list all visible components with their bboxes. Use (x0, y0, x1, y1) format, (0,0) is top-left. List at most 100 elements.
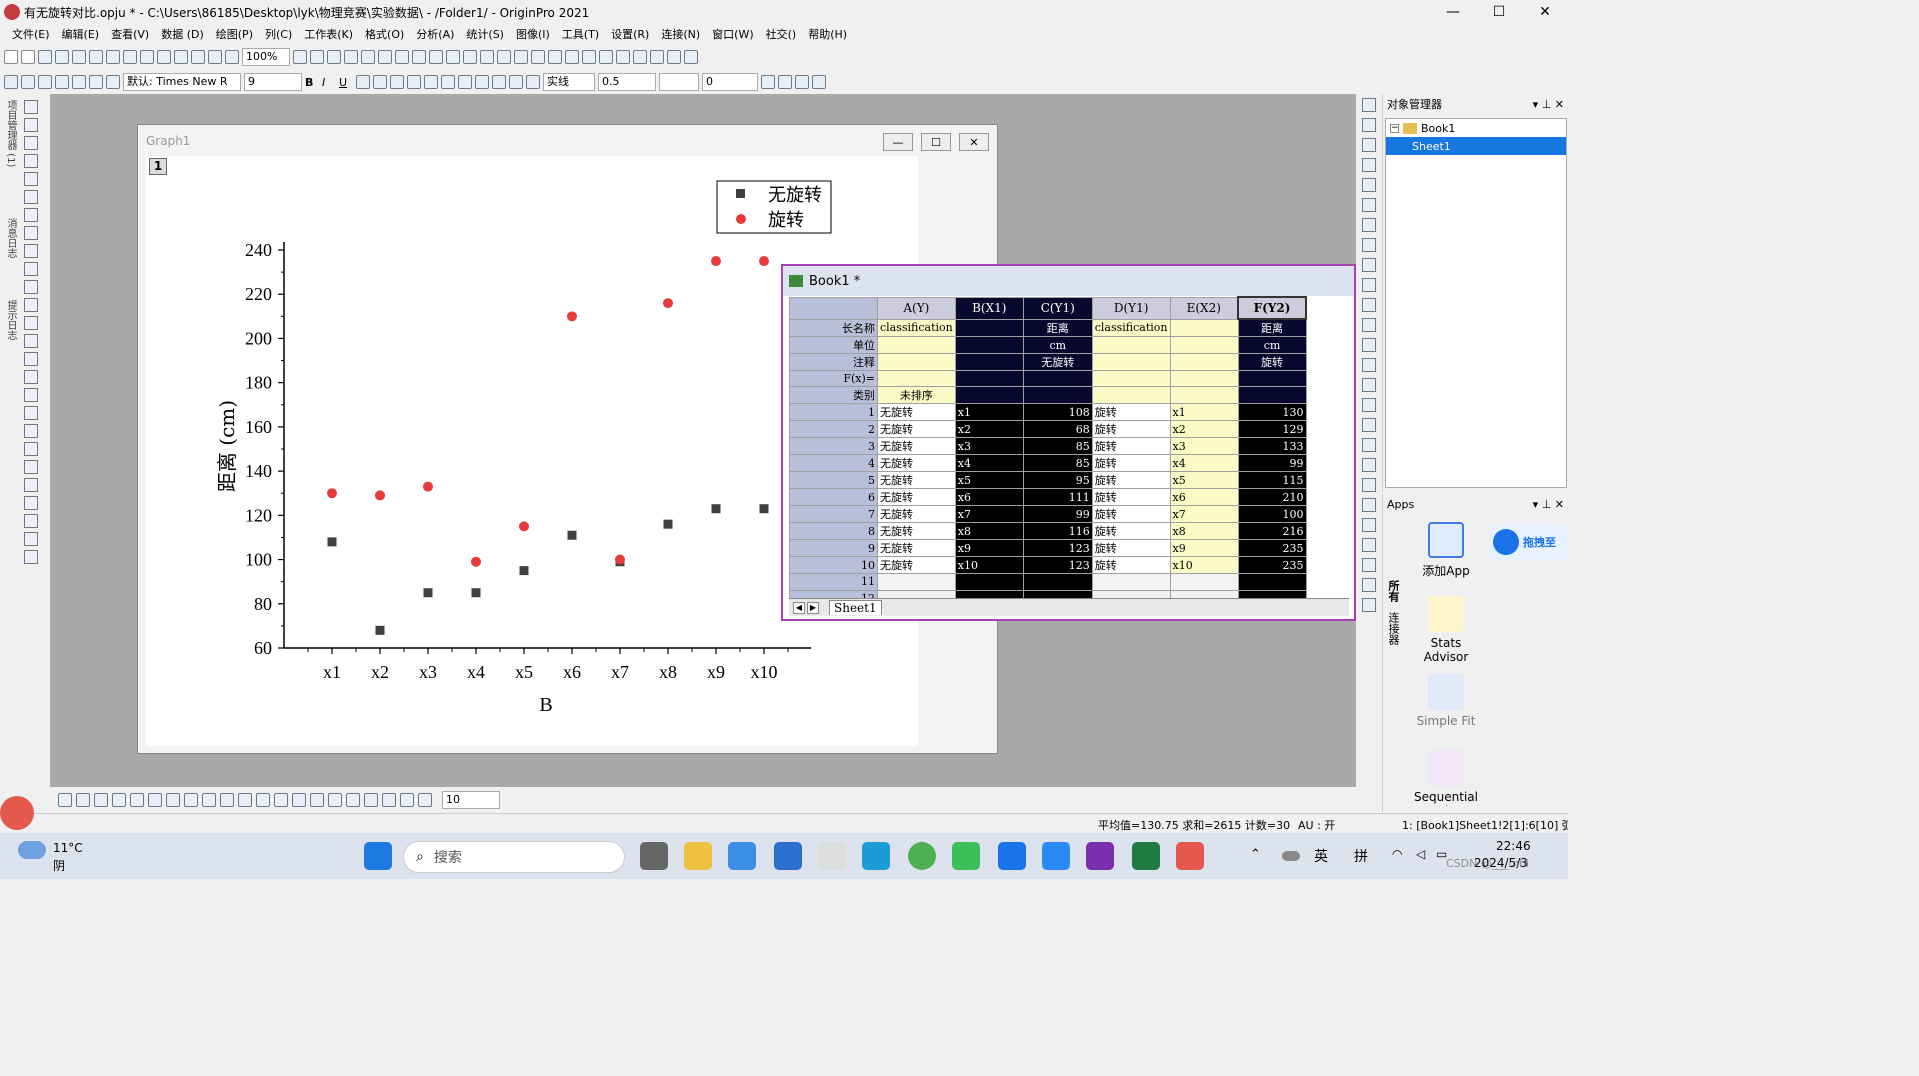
table-cell[interactable]: x7 (954, 505, 1024, 524)
clipboard-icon[interactable] (24, 424, 38, 438)
layout-icon[interactable] (1362, 98, 1376, 112)
merge-icon[interactable] (38, 75, 52, 89)
align-right-icon[interactable] (1362, 178, 1376, 192)
table-cell[interactable]: 旋转 (1091, 556, 1171, 575)
project-explorer-icon[interactable] (412, 50, 426, 64)
rescale-icon[interactable] (1362, 138, 1376, 152)
table-cell[interactable]: x5 (1169, 471, 1239, 490)
menu-statistics[interactable]: 统计(S) (466, 26, 504, 42)
zoom-out-icon[interactable] (24, 136, 38, 150)
tencent-meeting-icon[interactable] (998, 842, 1026, 870)
cut-icon[interactable] (72, 75, 86, 89)
prev-sheet-icon[interactable]: ◀ (793, 601, 805, 614)
insert-table-icon[interactable] (24, 388, 38, 402)
edge-icon[interactable] (862, 842, 890, 870)
lock-icon[interactable] (1362, 438, 1376, 452)
decrease-font-icon[interactable] (424, 75, 438, 89)
graph-settings-icon[interactable] (1362, 598, 1376, 612)
meta-cell[interactable]: 旋转 (1237, 353, 1307, 371)
meta-cell[interactable] (1091, 369, 1171, 388)
bottom-value-select[interactable]: 10 (442, 791, 500, 809)
panel-controls-icon[interactable]: ▾ ⊥ ✕ (1533, 98, 1564, 111)
menu-plot[interactable]: 绘图(P) (216, 26, 253, 42)
export-icon[interactable] (310, 50, 324, 64)
chrome-icon[interactable] (908, 842, 936, 870)
table-cell[interactable]: 115 (1237, 471, 1307, 490)
results-log-icon[interactable] (378, 50, 392, 64)
apps-tab-all[interactable]: 所有 (1385, 580, 1401, 602)
insert-graph-icon[interactable] (24, 370, 38, 384)
tab-hints-log[interactable]: 提示日志 (2, 300, 16, 340)
flip-icon[interactable] (1362, 558, 1376, 572)
tab-project-explorer[interactable]: 项目管理器 (1) (2, 100, 16, 167)
italic-button[interactable]: I (322, 76, 336, 89)
import-icon[interactable] (208, 50, 222, 64)
increase-font-icon[interactable] (407, 75, 421, 89)
table-cell[interactable] (1022, 573, 1093, 591)
crop-icon[interactable] (1362, 518, 1376, 532)
line-plot-icon[interactable] (58, 793, 72, 807)
font-select[interactable]: 默认: Times New R (123, 73, 241, 91)
table-cell[interactable]: 旋转 (1091, 454, 1171, 473)
meta-cell[interactable] (1169, 386, 1239, 405)
hand-icon[interactable] (24, 352, 38, 366)
table-cell[interactable] (1237, 573, 1307, 591)
column-header-b[interactable]: B(X1) (954, 296, 1024, 320)
export-graph-icon[interactable] (1362, 578, 1376, 592)
zoom-select[interactable]: 100% (242, 48, 290, 66)
table-cell[interactable]: 85 (1022, 437, 1093, 456)
column-header-c[interactable]: C(Y1) (1022, 296, 1093, 320)
menu-format[interactable]: 格式(O) (365, 26, 404, 42)
table-cell[interactable]: 111 (1022, 488, 1093, 507)
font-color-icon[interactable] (475, 75, 489, 89)
annotation-icon[interactable] (24, 280, 38, 294)
excel-icon[interactable] (1132, 842, 1160, 870)
menu-image[interactable]: 图像(I) (516, 26, 550, 42)
screen-reader-icon[interactable] (24, 190, 38, 204)
new-workbook-icon[interactable] (38, 50, 52, 64)
rotate-icon[interactable] (1362, 538, 1376, 552)
table-cell[interactable]: x9 (1169, 539, 1239, 558)
table-cell[interactable]: 无旋转 (877, 522, 956, 541)
save-icon[interactable] (174, 50, 188, 64)
meta-cell[interactable] (1169, 318, 1239, 337)
subscript-icon[interactable] (373, 75, 387, 89)
table-cell[interactable] (954, 573, 1024, 591)
graph-close-button[interactable]: ✕ (959, 133, 989, 151)
sheet-tab[interactable]: Sheet1 (829, 600, 882, 615)
anchor-icon[interactable] (1362, 498, 1376, 512)
table-cell[interactable]: 130 (1237, 403, 1307, 422)
menu-window[interactable]: 窗口(W) (712, 26, 753, 42)
surface-plot-icon[interactable] (238, 793, 252, 807)
row-header[interactable]: 9 (789, 539, 878, 558)
meta-cell[interactable]: 无旋转 (1022, 353, 1093, 371)
table-cell[interactable]: 85 (1022, 454, 1093, 473)
same-width-icon[interactable] (400, 793, 414, 807)
recalculate-icon[interactable] (225, 50, 239, 64)
meta-cell[interactable] (1169, 336, 1239, 354)
table-cell[interactable]: 无旋转 (877, 556, 956, 575)
align-left-icon[interactable] (1362, 158, 1376, 172)
contour-plot-icon[interactable] (202, 793, 216, 807)
table-cell[interactable]: 无旋转 (877, 505, 956, 524)
new-folder-icon[interactable] (21, 50, 35, 64)
new-graph-icon[interactable] (72, 50, 86, 64)
table-cell[interactable]: 无旋转 (877, 488, 956, 507)
table-cell[interactable]: 108 (1022, 403, 1093, 422)
fill-pattern-icon[interactable] (458, 75, 472, 89)
tab-messages-log[interactable]: 消息日志 (2, 218, 16, 258)
menu-column[interactable]: 列(C) (265, 26, 292, 42)
menu-data[interactable]: 数据 (D) (161, 26, 204, 42)
border-icon[interactable] (778, 75, 792, 89)
add-row-icon[interactable] (4, 75, 18, 89)
multi-panel-icon[interactable] (130, 793, 144, 807)
meta-cell[interactable] (954, 386, 1024, 405)
text-tool-icon[interactable] (24, 262, 38, 276)
meta-cell[interactable]: 距离 (1022, 318, 1093, 337)
open-icon[interactable] (140, 50, 154, 64)
new-layout-icon[interactable] (106, 50, 120, 64)
table-cell[interactable]: x10 (954, 556, 1024, 575)
select-all-corner[interactable] (789, 296, 878, 320)
set-y-icon[interactable] (548, 50, 562, 64)
list-icon[interactable] (24, 442, 38, 456)
